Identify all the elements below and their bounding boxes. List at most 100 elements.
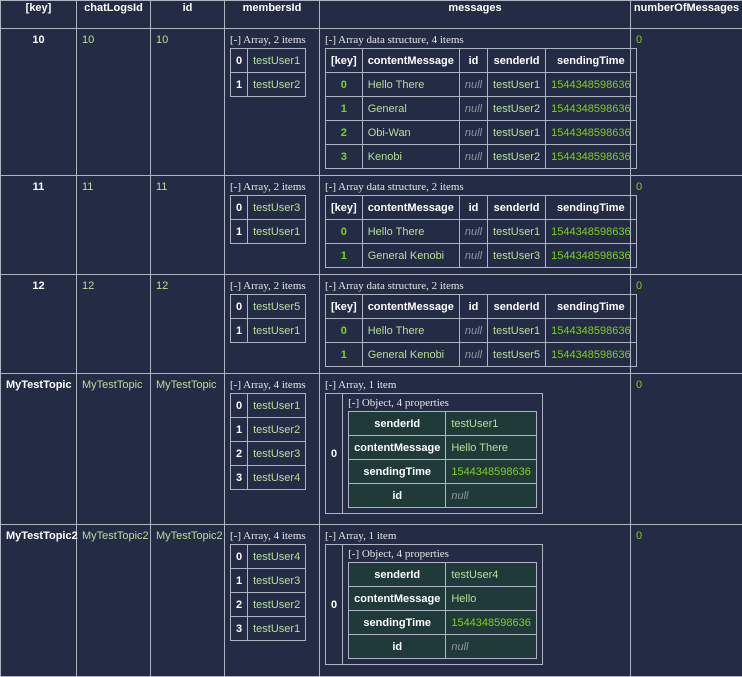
message-sender: testUser3: [488, 244, 546, 268]
members-array-toggle[interactable]: [-] Array, 2 items: [230, 34, 314, 46]
messages-header-0[interactable]: [key]: [326, 196, 363, 220]
messages-toggle[interactable]: [-] Array data structure, 2 items: [325, 280, 625, 292]
array-index: 1: [231, 569, 248, 593]
cell-membersid: [-] Array, 4 items 0testUser41testUser32t…: [225, 525, 320, 677]
cell-membersid: [-] Array, 4 items0testUser11testUser22t…: [225, 374, 320, 525]
message-content: Obi-Wan: [362, 121, 459, 145]
object-property: contentMessageHello: [349, 587, 537, 611]
header-key[interactable]: [key]: [1, 1, 77, 29]
member-value: testUser1: [248, 49, 306, 73]
cell-id: MyTestTopic: [151, 374, 225, 525]
array-index: 2: [231, 442, 248, 466]
object-property: idnull: [349, 484, 537, 508]
members-array-toggle[interactable]: [-] Array, 2 items: [230, 280, 314, 292]
messages-header-3[interactable]: senderId: [488, 49, 546, 73]
object-toggle[interactable]: [-] Object, 4 properties: [348, 548, 537, 560]
cell-membersid: [-] Array, 2 items0testUser51testUser1: [225, 275, 320, 374]
header-id[interactable]: id: [151, 1, 225, 29]
message-index: 0: [326, 319, 363, 343]
property-key: id: [349, 635, 446, 659]
messages-header-4[interactable]: sendingTime: [546, 49, 637, 73]
array-index: 1: [231, 319, 248, 343]
message-time: 1544348598636: [546, 319, 637, 343]
members-array-toggle[interactable]: [-] Array, 4 items: [230, 530, 314, 542]
array-item: 1testUser2: [231, 73, 306, 97]
property-value: testUser4: [446, 563, 537, 587]
row-key: 11: [1, 176, 77, 275]
messages-header-1[interactable]: contentMessage: [362, 295, 459, 319]
message-index: 1: [326, 244, 363, 268]
message-id: null: [459, 244, 487, 268]
message-sender: testUser1: [488, 73, 546, 97]
messages-header-row: [key]contentMessageidsenderIdsendingTime: [326, 196, 637, 220]
property-key: contentMessage: [349, 587, 446, 611]
message-id: null: [459, 97, 487, 121]
members-array-toggle[interactable]: [-] Array, 2 items: [230, 181, 314, 193]
messages-header-3[interactable]: senderId: [488, 295, 546, 319]
messages-header-0[interactable]: [key]: [326, 295, 363, 319]
messages-header-4[interactable]: sendingTime: [546, 295, 637, 319]
messages-header-2[interactable]: id: [459, 295, 487, 319]
table-row: MyTestTopic2MyTestTopic2MyTestTopic2[-] …: [1, 525, 742, 677]
array-index: 0: [231, 545, 248, 569]
messages-header-3[interactable]: senderId: [488, 196, 546, 220]
cell-numberofmessages: 0: [631, 29, 742, 176]
array-index: 0: [231, 196, 248, 220]
array-item: 2testUser3: [231, 442, 306, 466]
object-property: sendingTime1544348598636: [349, 611, 537, 635]
messages-header-4[interactable]: sendingTime: [546, 196, 637, 220]
array-item: 2testUser2: [231, 593, 306, 617]
array-index: 1: [231, 73, 248, 97]
members-array-toggle[interactable]: [-] Array, 4 items: [230, 379, 314, 391]
messages-toggle[interactable]: [-] Array, 1 item: [325, 530, 625, 542]
message-content: General: [362, 97, 459, 121]
message-time: 1544348598636: [546, 220, 637, 244]
table-row: 111111[-] Array, 2 items0testUser31testU…: [1, 176, 742, 275]
message-sender: testUser1: [488, 220, 546, 244]
property-value: Hello There: [446, 436, 537, 460]
message-time: 1544348598636: [546, 145, 637, 169]
header-row: [key] chatLogsId id membersId messages n…: [1, 1, 742, 29]
messages-header-2[interactable]: id: [459, 196, 487, 220]
messages-header-2[interactable]: id: [459, 49, 487, 73]
property-value: 1544348598636: [446, 460, 537, 484]
message-row: 0Hello TherenulltestUser11544348598636: [326, 73, 637, 97]
messages-header-1[interactable]: contentMessage: [362, 49, 459, 73]
message-time: 1544348598636: [546, 244, 637, 268]
object-cell: [-] Object, 4 properties senderIdtestUser…: [343, 545, 543, 665]
message-row: 0Hello TherenulltestUser11544348598636: [326, 220, 637, 244]
property-key: senderId: [349, 563, 446, 587]
array-index: 2: [231, 593, 248, 617]
array-item: 3testUser4: [231, 466, 306, 490]
message-index: 1: [326, 97, 363, 121]
messages-header-0[interactable]: [key]: [326, 49, 363, 73]
message-row: 0Hello TherenulltestUser11544348598636: [326, 319, 637, 343]
row-key: MyTestTopic: [1, 374, 77, 525]
array-item: 0testUser4: [231, 545, 306, 569]
member-value: testUser2: [248, 73, 306, 97]
messages-header-1[interactable]: contentMessage: [362, 196, 459, 220]
message-time: 1544348598636: [546, 121, 637, 145]
messages-toggle[interactable]: [-] Array data structure, 2 items: [325, 181, 625, 193]
object-property: sendingTime1544348598636: [349, 460, 537, 484]
table-row: 121212[-] Array, 2 items0testUser51testU…: [1, 275, 742, 374]
array-index: 0: [326, 545, 343, 665]
cell-numberofmessages: 0: [631, 176, 742, 275]
messages-toggle[interactable]: [-] Array data structure, 4 items: [325, 34, 625, 46]
array-item: 1testUser3: [231, 569, 306, 593]
cell-membersid: [-] Array, 2 items0testUser31testUser1: [225, 176, 320, 275]
message-time: 1544348598636: [546, 73, 637, 97]
header-messages[interactable]: messages: [320, 1, 631, 29]
property-value: 1544348598636: [446, 611, 537, 635]
member-value: testUser3: [248, 569, 306, 593]
cell-membersid: [-] Array, 2 items0testUser11testUser2: [225, 29, 320, 176]
row-key: 12: [1, 275, 77, 374]
header-numberofmessages[interactable]: numberOfMessages: [631, 1, 742, 29]
object-toggle[interactable]: [-] Object, 4 properties: [348, 397, 537, 409]
member-value: testUser4: [248, 545, 306, 569]
header-chatlogsid[interactable]: chatLogsId: [77, 1, 151, 29]
header-membersid[interactable]: membersId: [225, 1, 320, 29]
message-row: 1General KenobinulltestUser3154434859863…: [326, 244, 637, 268]
messages-toggle[interactable]: [-] Array, 1 item: [325, 379, 625, 391]
cell-chatlogsid: 11: [77, 176, 151, 275]
